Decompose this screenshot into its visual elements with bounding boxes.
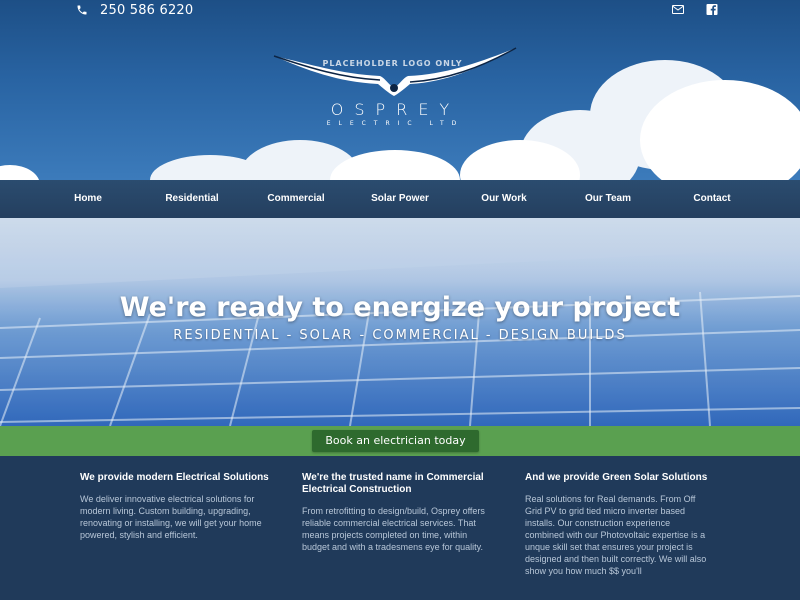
- facebook-icon[interactable]: [706, 4, 718, 15]
- nav-our-work[interactable]: Our Work: [452, 180, 556, 218]
- cloud: [0, 165, 40, 180]
- service-column-solar: And we provide Green Solar Solutions Rea…: [525, 472, 710, 577]
- hero-tagline: RESIDENTIAL - SOLAR - COMMERCIAL - DESIG…: [173, 328, 627, 343]
- logo-subtitle: ELECTRIC LTD: [326, 120, 465, 127]
- service-title: We're the trusted name in Commercial Ele…: [302, 472, 484, 495]
- phone-icon: [77, 5, 87, 15]
- service-body: We deliver innovative electrical solutio…: [80, 494, 262, 540]
- logo-brand: OSPREY: [330, 100, 461, 119]
- nav-home[interactable]: Home: [36, 180, 140, 218]
- nav-commercial[interactable]: Commercial: [244, 180, 348, 218]
- nav-residential[interactable]: Residential: [140, 180, 244, 218]
- service-body: Real solutions for Real demands. From Of…: [525, 494, 707, 576]
- osprey-wings-icon: [273, 47, 517, 96]
- nav-contact[interactable]: Contact: [660, 180, 764, 218]
- phone-number: 250 586 6220: [100, 2, 194, 18]
- social-links: [672, 4, 718, 15]
- hero-section: We're ready to energize your project RES…: [0, 218, 800, 426]
- service-title: We provide modern Electrical Solutions: [80, 472, 269, 483]
- company-logo[interactable]: PLACEHOLDER LOGO ONLY OSPREY ELECTRIC LT…: [270, 44, 520, 134]
- logo-placeholder-text: PLACEHOLDER LOGO ONLY: [322, 59, 463, 68]
- nav-solar-power[interactable]: Solar Power: [348, 180, 452, 218]
- header-banner: 250 586 6220 PLACEHOLDER LOGO ONLY OSPRE…: [0, 0, 800, 180]
- mail-icon[interactable]: [672, 4, 684, 15]
- services-section: We provide modern Electrical Solutions W…: [0, 456, 800, 600]
- main-nav: Home Residential Commercial Solar Power …: [0, 180, 800, 218]
- nav-our-team[interactable]: Our Team: [556, 180, 660, 218]
- phone-link[interactable]: 250 586 6220: [76, 2, 193, 18]
- service-title: And we provide Green Solar Solutions: [525, 472, 708, 483]
- service-body: From retrofitting to design/build, Ospre…: [302, 506, 485, 552]
- service-column-electrical: We provide modern Electrical Solutions W…: [80, 472, 270, 541]
- hero-title: We're ready to energize your project: [119, 292, 681, 323]
- service-column-commercial: We're the trusted name in Commercial Ele…: [302, 472, 492, 553]
- book-electrician-button[interactable]: Book an electrician today: [312, 430, 479, 452]
